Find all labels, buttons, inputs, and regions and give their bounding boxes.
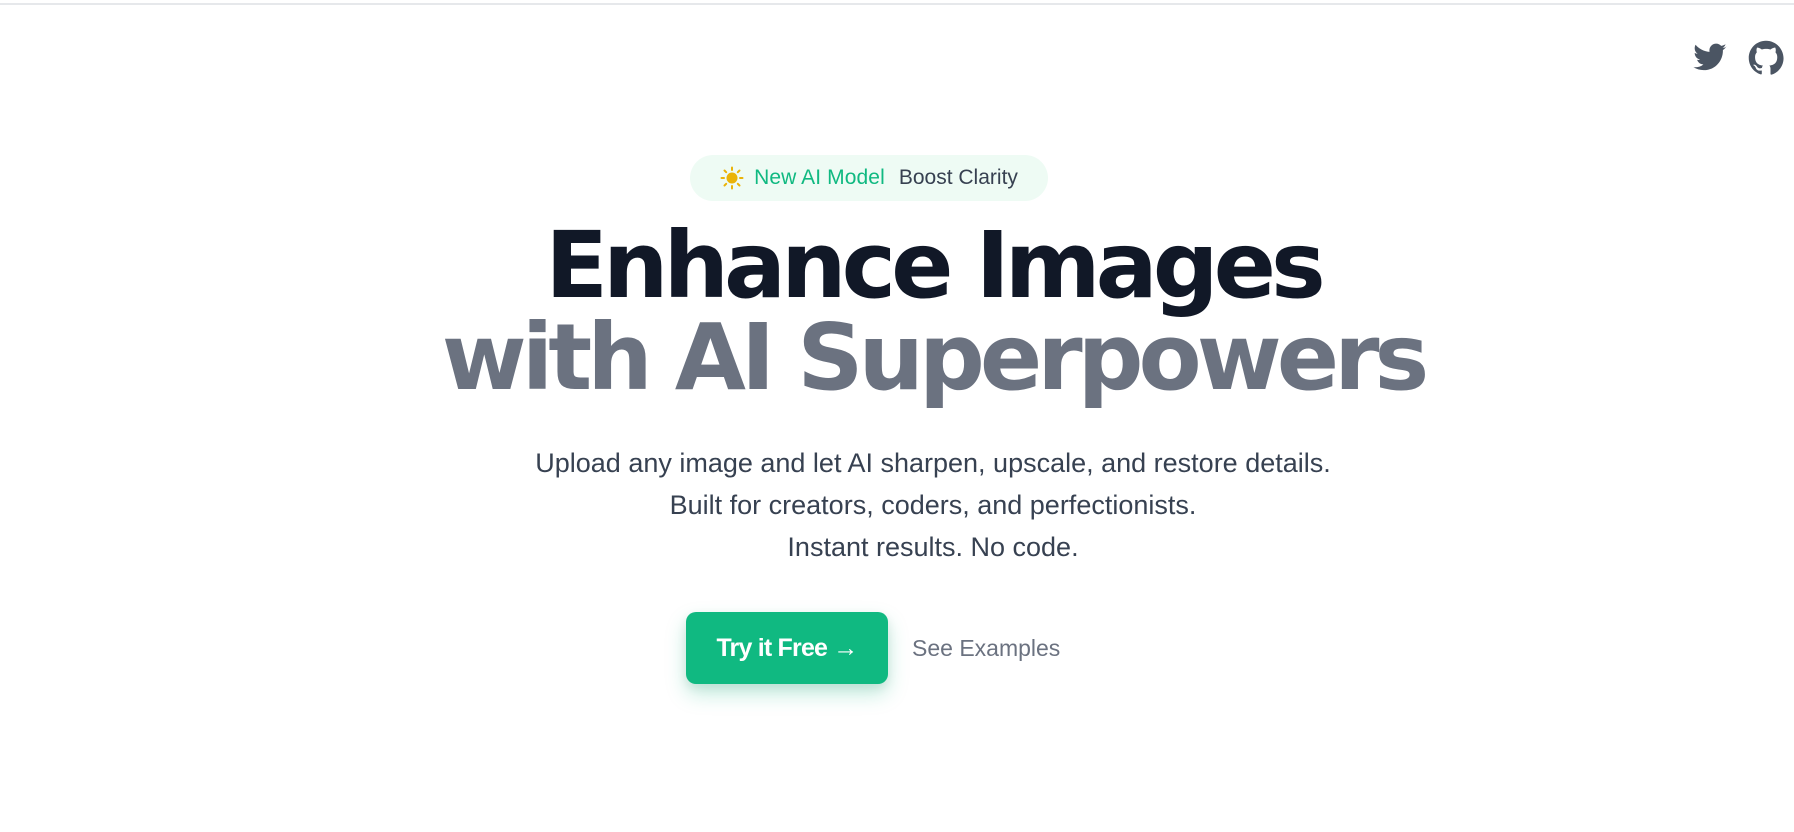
see-examples-link[interactable]: See Examples — [912, 635, 1060, 662]
social-links — [1692, 40, 1784, 76]
cta-row: Try it Free → See Examples — [686, 612, 1060, 684]
hero-description: Upload any image and let AI sharpen, ups… — [0, 442, 1794, 568]
try-free-button[interactable]: Try it Free → — [686, 612, 888, 684]
top-divider — [0, 3, 1794, 5]
description-line-2: Built for creators, coders, and perfecti… — [669, 490, 1197, 520]
description-line-1: Upload any image and let AI sharpen, ups… — [535, 448, 1331, 478]
headline-line-2: with AI Superpowers — [441, 304, 1429, 411]
description-line-3: Instant results. No code. — [787, 532, 1079, 562]
sun-icon — [720, 166, 744, 190]
announcement-badge[interactable]: New AI Model Boost Clarity — [690, 155, 1048, 201]
twitter-icon[interactable] — [1692, 40, 1728, 76]
badge-text: Boost Clarity — [898, 166, 1018, 189]
github-icon[interactable] — [1748, 40, 1784, 76]
landing-page: New AI Model Boost Clarity Enhance Image… — [0, 0, 1794, 832]
headline-line-1: Enhance Images — [545, 212, 1326, 319]
badge-tag: New AI Model — [754, 166, 885, 189]
hero-headline: Enhance Images with AI Superpowers — [0, 220, 1794, 404]
